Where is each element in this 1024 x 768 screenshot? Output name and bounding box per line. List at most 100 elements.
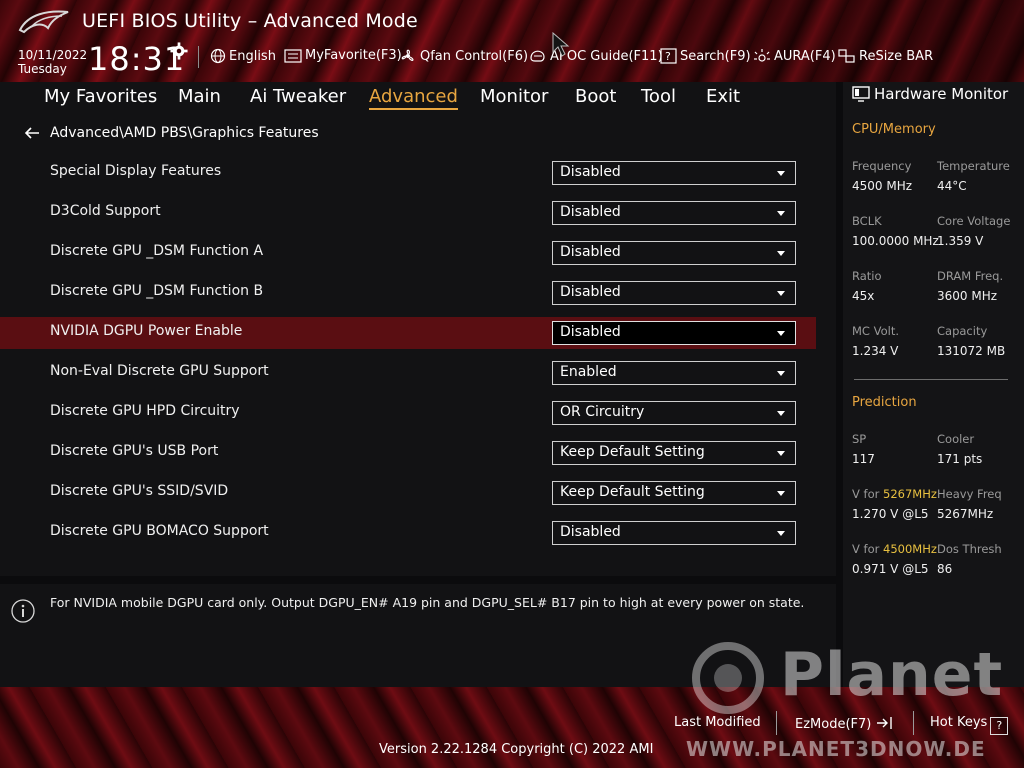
ratio-label: Ratio bbox=[852, 269, 882, 283]
setting-row[interactable]: Discrete GPU BOMACO Support Disabled bbox=[0, 517, 816, 549]
setting-row[interactable]: Discrete GPU's USB Port Keep Default Set… bbox=[0, 437, 816, 469]
setting-row[interactable]: Discrete GPU's SSID/SVID Keep Default Se… bbox=[0, 477, 816, 509]
setting-value: Enabled bbox=[560, 364, 617, 380]
aura-icon bbox=[754, 49, 770, 62]
prediction-section: Prediction bbox=[852, 395, 917, 410]
ai-oc-guide-button[interactable]: AI OC Guide(F11) bbox=[529, 48, 663, 64]
setting-label: Special Display Features bbox=[50, 163, 222, 179]
hardware-monitor-title: Hardware Monitor bbox=[852, 85, 1008, 103]
setting-label: Discrete GPU's USB Port bbox=[50, 443, 219, 459]
caret-down-icon bbox=[777, 291, 785, 296]
ezmode-label: EzMode(F7) bbox=[795, 717, 872, 732]
setting-dropdown[interactable]: Disabled bbox=[552, 281, 796, 305]
back-arrow-icon[interactable] bbox=[24, 126, 40, 140]
language-label: English bbox=[229, 48, 276, 64]
info-icon bbox=[11, 599, 35, 623]
setting-dropdown[interactable]: Keep Default Setting bbox=[552, 481, 796, 505]
heavy-freq-value: 5267MHz bbox=[937, 507, 994, 521]
cpu-memory-section: CPU/Memory bbox=[852, 122, 936, 137]
breadcrumb-path: Advanced\AMD PBS\Graphics Features bbox=[50, 125, 319, 141]
setting-dropdown[interactable]: Disabled bbox=[552, 241, 796, 265]
gear-icon[interactable] bbox=[170, 42, 188, 60]
temperature-value: 44°C bbox=[937, 179, 967, 193]
caret-down-icon bbox=[777, 211, 785, 216]
setting-label: Non-Eval Discrete GPU Support bbox=[50, 363, 269, 379]
monitor-divider bbox=[854, 379, 1008, 380]
mc-volt-value: 1.234 V bbox=[852, 344, 899, 358]
search-icon: ? bbox=[660, 48, 677, 64]
resize-bar-label: ReSize BAR bbox=[859, 48, 934, 64]
setting-row[interactable]: D3Cold Support Disabled bbox=[0, 197, 816, 229]
caret-down-icon bbox=[777, 531, 785, 536]
oc-guide-icon bbox=[530, 50, 545, 62]
setting-row[interactable]: Special Display Features Disabled bbox=[0, 157, 816, 189]
v-for-value-2: 0.971 V @L5 bbox=[852, 562, 929, 576]
ezmode-button[interactable]: EzMode(F7) bbox=[795, 715, 894, 732]
resize-bar-button[interactable]: ReSize BAR bbox=[838, 48, 933, 64]
myfavorite-label: MyFavorite(F3) bbox=[305, 48, 402, 63]
setting-dropdown[interactable]: Disabled bbox=[552, 161, 796, 185]
bclk-label: BCLK bbox=[852, 214, 882, 228]
tab-tool[interactable]: Tool bbox=[641, 86, 676, 107]
help-key-icon: ? bbox=[990, 717, 1009, 735]
v-for-freq-2: 4500MHz bbox=[883, 542, 937, 556]
qfan-control-button[interactable]: Qfan Control(F6) bbox=[399, 48, 528, 64]
svg-text:?: ? bbox=[665, 50, 671, 63]
tab-monitor[interactable]: Monitor bbox=[480, 86, 548, 107]
date-text: 10/11/2022 bbox=[18, 48, 88, 62]
setting-row[interactable]: Non-Eval Discrete GPU Support Enabled bbox=[0, 357, 816, 389]
setting-row[interactable]: Discrete GPU _DSM Function A Disabled bbox=[0, 237, 816, 269]
setting-row[interactable]: Discrete GPU _DSM Function B Disabled bbox=[0, 277, 816, 309]
setting-value: Disabled bbox=[560, 164, 621, 180]
last-modified-button[interactable]: Last Modified bbox=[674, 715, 761, 730]
setting-label: Discrete GPU HPD Circuitry bbox=[50, 403, 240, 419]
ratio-value: 45x bbox=[852, 289, 875, 303]
setting-dropdown[interactable]: Disabled bbox=[552, 521, 796, 545]
capacity-value: 131072 MB bbox=[937, 344, 1006, 358]
caret-down-icon bbox=[777, 491, 785, 496]
exit-arrow-icon bbox=[876, 717, 892, 729]
setting-label: Discrete GPU _DSM Function B bbox=[50, 283, 264, 299]
myfavorite-button[interactable]: MyFavorite(F3) bbox=[284, 48, 402, 63]
setting-dropdown[interactable]: OR Circuitry bbox=[552, 401, 796, 425]
dram-freq-value: 3600 MHz bbox=[937, 289, 998, 303]
search-label: Search(F9) bbox=[680, 48, 751, 64]
setting-value: Disabled bbox=[560, 284, 621, 300]
help-text: For NVIDIA mobile DGPU card only. Output… bbox=[50, 595, 805, 610]
app-title: UEFI BIOS Utility – Advanced Mode bbox=[82, 10, 418, 32]
setting-row[interactable]: Discrete GPU HPD Circuitry OR Circuitry bbox=[0, 397, 816, 429]
tab-advanced[interactable]: Advanced bbox=[369, 86, 458, 110]
hardware-monitor-label: Hardware Monitor bbox=[874, 85, 1009, 103]
search-button[interactable]: ? Search(F9) bbox=[660, 48, 751, 64]
setting-dropdown[interactable]: Disabled bbox=[552, 321, 796, 345]
tab-main[interactable]: Main bbox=[178, 86, 221, 107]
caret-down-icon bbox=[777, 171, 785, 176]
fan-icon bbox=[401, 49, 414, 62]
footer-divider bbox=[776, 711, 777, 735]
sp-value: 117 bbox=[852, 452, 875, 466]
tab-ai-tweaker[interactable]: Ai Tweaker bbox=[250, 86, 346, 107]
setting-label: Discrete GPU _DSM Function A bbox=[50, 243, 264, 259]
setting-dropdown[interactable]: Disabled bbox=[552, 201, 796, 225]
setting-row-selected[interactable]: NVIDIA DGPU Power Enable Disabled bbox=[0, 317, 816, 349]
tab-exit[interactable]: Exit bbox=[706, 86, 740, 107]
language-button[interactable]: English bbox=[210, 48, 276, 64]
globe-icon bbox=[210, 48, 226, 64]
tab-my-favorites[interactable]: My Favorites bbox=[44, 86, 157, 107]
setting-label: NVIDIA DGPU Power Enable bbox=[50, 323, 243, 339]
dos-thresh-label: Dos Thresh bbox=[937, 542, 1002, 556]
setting-label: Discrete GPU BOMACO Support bbox=[50, 523, 269, 539]
core-voltage-label: Core Voltage bbox=[937, 214, 1011, 228]
core-voltage-value: 1.359 V bbox=[937, 234, 984, 248]
setting-label: D3Cold Support bbox=[50, 203, 161, 219]
tab-boot[interactable]: Boot bbox=[575, 86, 616, 107]
temperature-label: Temperature bbox=[937, 159, 1010, 173]
aura-button[interactable]: AURA(F4) bbox=[753, 48, 836, 64]
hot-keys-button[interactable]: Hot Keys? bbox=[930, 715, 1009, 735]
setting-dropdown[interactable]: Enabled bbox=[552, 361, 796, 385]
frequency-label: Frequency bbox=[852, 159, 912, 173]
setting-value: Keep Default Setting bbox=[560, 484, 705, 500]
v-for-freq-1: 5267MHz bbox=[883, 487, 937, 501]
breadcrumb: Advanced\AMD PBS\Graphics Features bbox=[24, 125, 319, 141]
setting-dropdown[interactable]: Keep Default Setting bbox=[552, 441, 796, 465]
